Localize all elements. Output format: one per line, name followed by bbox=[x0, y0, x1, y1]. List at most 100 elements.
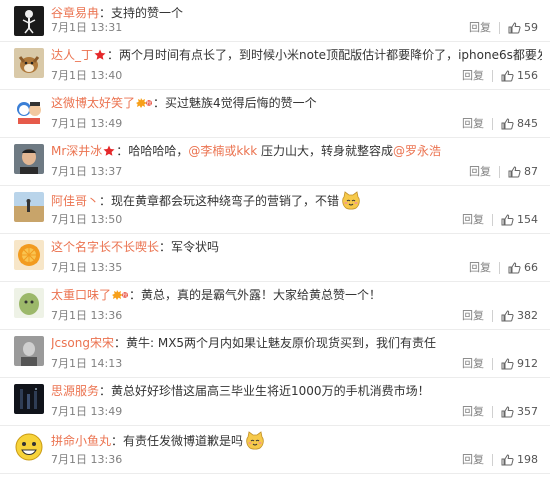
comment-actions: 回复 382 bbox=[462, 309, 538, 323]
like-button[interactable]: 357 bbox=[501, 405, 538, 419]
like-count: 87 bbox=[524, 165, 538, 178]
reply-button[interactable]: 回复 bbox=[462, 117, 484, 131]
like-count: 154 bbox=[517, 213, 538, 226]
avatar[interactable] bbox=[14, 336, 44, 366]
like-count: 382 bbox=[517, 309, 538, 322]
like-count: 845 bbox=[517, 117, 538, 130]
divider bbox=[499, 166, 500, 178]
like-button[interactable]: 87 bbox=[508, 165, 538, 179]
reply-button[interactable]: 回复 bbox=[462, 357, 484, 371]
like-button[interactable]: 59 bbox=[508, 21, 538, 35]
like-button[interactable]: 912 bbox=[501, 357, 538, 371]
cat-emoji-icon bbox=[342, 191, 360, 210]
separator: ： bbox=[116, 144, 129, 158]
mention-link[interactable]: @罗永浩 bbox=[393, 144, 441, 158]
svg-text:粉: 粉 bbox=[147, 100, 152, 107]
comment-time: 7月1日 13:37 bbox=[51, 165, 123, 178]
comment-item: 这个名字长不长喫长：军令状吗 7月1日 13:35 回复 66 bbox=[0, 234, 550, 282]
comment-line: 谷章易冉：支持的赞一个 bbox=[51, 5, 542, 21]
thumbs-up-icon bbox=[501, 454, 514, 466]
avatar[interactable] bbox=[14, 432, 44, 462]
comment-line: 太重口味了 粉：黄总，真的是霸气外露！大家给黄总赞一个！ bbox=[51, 287, 542, 305]
avatar[interactable] bbox=[14, 384, 44, 414]
comment-text: 买过魅族4觉得后悔的赞一个 bbox=[165, 96, 317, 110]
comment-line: 这个名字长不长喫长：军令状吗 bbox=[51, 239, 542, 255]
svg-text:粉: 粉 bbox=[123, 292, 128, 299]
reply-button[interactable]: 回复 bbox=[462, 453, 484, 467]
user-name-link[interactable]: 阿佳哥丶 bbox=[51, 194, 99, 208]
comment-time: 7月1日 13:36 bbox=[51, 309, 123, 322]
avatar[interactable] bbox=[14, 240, 44, 270]
like-count: 912 bbox=[517, 357, 538, 370]
reply-button[interactable]: 回复 bbox=[469, 261, 491, 275]
reply-button[interactable]: 回复 bbox=[469, 21, 491, 35]
like-button[interactable]: 156 bbox=[501, 69, 538, 83]
comment-line: 拼命小鱼丸：有责任发微博道歉是吗 bbox=[51, 431, 542, 451]
user-name-link[interactable]: Mr深井冰 bbox=[51, 144, 102, 158]
like-count: 66 bbox=[524, 261, 538, 274]
comment-actions: 回复 156 bbox=[462, 69, 538, 83]
comment-time: 7月1日 14:13 bbox=[51, 357, 123, 370]
separator: ： bbox=[129, 288, 142, 302]
comment-text: 黄总，真的是霸气外露！大家给黄总赞一个！ bbox=[141, 288, 382, 302]
user-name-link[interactable]: 思源服务 bbox=[51, 384, 99, 398]
like-button[interactable]: 845 bbox=[501, 117, 538, 131]
fan-badge-icon: 粉 bbox=[136, 98, 153, 108]
separator: ： bbox=[99, 384, 112, 398]
thumbs-up-icon bbox=[501, 406, 514, 418]
comment-line: 阿佳哥丶：现在黄章都会玩这种绕弯子的营销了，不错 bbox=[51, 191, 542, 211]
comment-text: 黄总好好珍惜这届高三毕业生将近1000万的手机消费市场！ bbox=[111, 384, 430, 398]
divider bbox=[492, 118, 493, 130]
reply-button[interactable]: 回复 bbox=[462, 405, 484, 419]
divider bbox=[499, 262, 500, 274]
like-button[interactable]: 382 bbox=[501, 309, 538, 323]
divider bbox=[492, 310, 493, 322]
user-name-link[interactable]: 这微博太好笑了 bbox=[51, 96, 135, 110]
divider bbox=[492, 70, 493, 82]
user-name-link[interactable]: 拼命小鱼丸 bbox=[51, 434, 111, 448]
comment-time: 7月1日 13:50 bbox=[51, 213, 123, 226]
avatar[interactable] bbox=[14, 144, 44, 174]
like-button[interactable]: 198 bbox=[501, 453, 538, 467]
divider bbox=[492, 214, 493, 226]
comment-actions: 回复 912 bbox=[462, 357, 538, 371]
user-name-link[interactable]: 谷章易冉 bbox=[51, 6, 99, 20]
comment-item: Mr深井冰 ：哈哈哈哈，@李楠或kkk 压力山大，转身就整容成@罗永浩 7月1日 … bbox=[0, 138, 550, 186]
user-name-link[interactable]: 这个名字长不长喫长 bbox=[51, 240, 159, 254]
thumbs-up-icon bbox=[501, 358, 514, 370]
avatar[interactable] bbox=[14, 192, 44, 222]
mention-link[interactable]: @李楠或kkk bbox=[188, 144, 257, 158]
comment-item: 达人_丁 ：两个月时间有点长了，到时候小米note顶配版估计都要降价了，iphon… bbox=[0, 42, 550, 90]
comment-item: Jcsong宋宋：黄牛: MX5两个月内如果让魅友原价现货买到，我们有责任 7月… bbox=[0, 330, 550, 378]
thumbs-up-icon bbox=[508, 22, 521, 34]
comment-actions: 回复 198 bbox=[462, 453, 538, 467]
user-name-link[interactable]: 达人_丁 bbox=[51, 48, 93, 62]
comment-actions: 回复 66 bbox=[469, 261, 538, 275]
reply-button[interactable]: 回复 bbox=[469, 165, 491, 179]
like-button[interactable]: 154 bbox=[501, 213, 538, 227]
like-button[interactable]: 66 bbox=[508, 261, 538, 275]
avatar[interactable] bbox=[14, 48, 44, 78]
user-name-link[interactable]: 太重口味了 bbox=[51, 288, 111, 302]
comment-item: 阿佳哥丶：现在黄章都会玩这种绕弯子的营销了，不错 7月1日 13:50 回复 1… bbox=[0, 186, 550, 234]
comment-text-segment: 压力山大，转身就整容成 bbox=[257, 144, 394, 158]
thumbs-up-icon bbox=[508, 166, 521, 178]
comment-item: 太重口味了 粉：黄总，真的是霸气外露！大家给黄总赞一个！ 7月1日 13:36 回… bbox=[0, 282, 550, 330]
reply-button[interactable]: 回复 bbox=[462, 69, 484, 83]
comment-line: 达人_丁 ：两个月时间有点长了，到时候小米note顶配版估计都要降价了，iphon… bbox=[51, 47, 542, 65]
comment-item: 拼命小鱼丸：有责任发微博道歉是吗 7月1日 13:36 回复 198 bbox=[0, 426, 550, 474]
avatar[interactable] bbox=[14, 96, 44, 126]
comment-item: 这微博太好笑了 粉：买过魅族4觉得后悔的赞一个 7月1日 13:49 回复 845 bbox=[0, 90, 550, 138]
comment-time: 7月1日 13:36 bbox=[51, 453, 123, 466]
avatar[interactable] bbox=[14, 288, 44, 318]
comment-line: 这微博太好笑了 粉：买过魅族4觉得后悔的赞一个 bbox=[51, 95, 542, 113]
like-count: 156 bbox=[517, 69, 538, 82]
separator: ： bbox=[99, 194, 112, 208]
comment-time: 7月1日 13:40 bbox=[51, 69, 123, 82]
divider bbox=[492, 454, 493, 466]
reply-button[interactable]: 回复 bbox=[462, 213, 484, 227]
user-name-link[interactable]: Jcsong宋宋 bbox=[51, 336, 114, 350]
reply-button[interactable]: 回复 bbox=[462, 309, 484, 323]
divider bbox=[492, 406, 493, 418]
avatar[interactable] bbox=[14, 6, 44, 36]
